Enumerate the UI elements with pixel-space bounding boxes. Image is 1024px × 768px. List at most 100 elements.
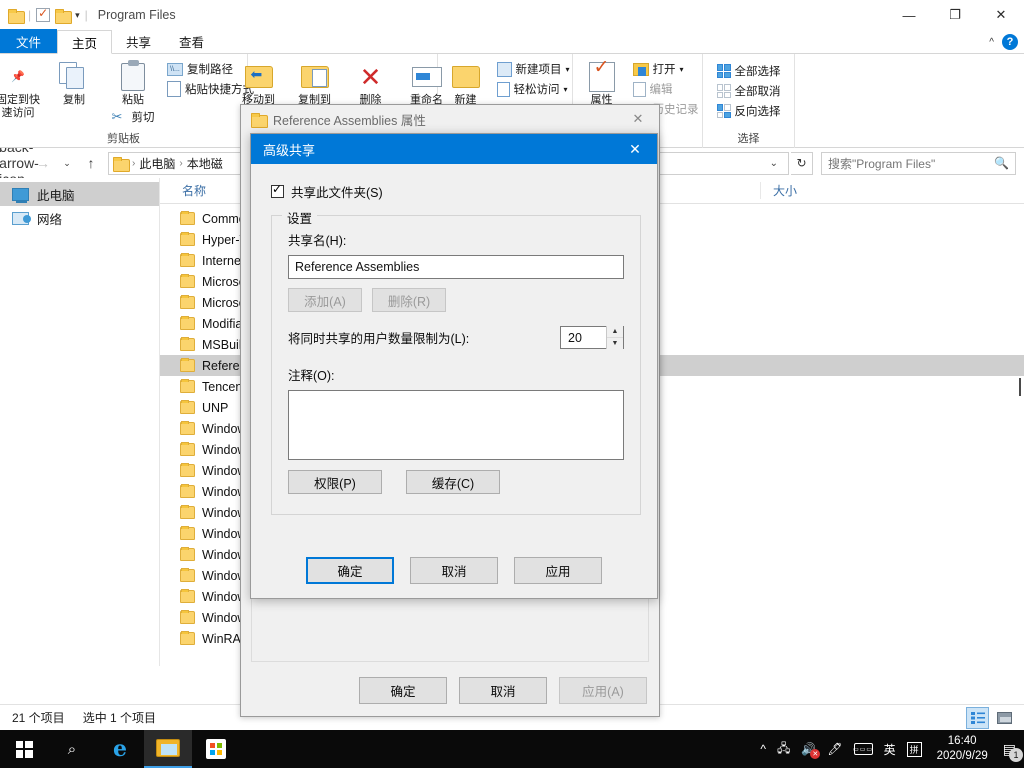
user-limit-value[interactable]: 20 <box>561 331 606 345</box>
text-cursor <box>1019 378 1021 396</box>
close-button[interactable]: ✕ <box>978 0 1024 30</box>
advanced-sharing-cancel-button[interactable]: 取消 <box>410 557 498 584</box>
search-icon[interactable]: 🔍 <box>994 156 1009 170</box>
move-to-button[interactable]: 移动到 <box>231 56 287 107</box>
select-none-button[interactable]: 全部取消 <box>714 82 784 100</box>
maximize-button[interactable]: ❐ <box>932 0 978 30</box>
taskbar-file-explorer-button[interactable] <box>144 730 192 768</box>
tab-share[interactable]: 共享 <box>112 29 165 53</box>
paste-button[interactable]: 粘贴 <box>102 56 164 107</box>
paste-label: 粘贴 <box>122 94 144 107</box>
advanced-sharing-ok-button[interactable]: 确定 <box>306 557 394 584</box>
refresh-button[interactable]: ↻ <box>791 152 813 175</box>
recent-locations-caret-icon[interactable]: ⌄ <box>56 152 78 174</box>
open-label: 打开 <box>653 61 676 77</box>
new-item-button[interactable]: 新建项目 ▾ <box>494 60 573 78</box>
folder-icon <box>180 254 195 267</box>
tab-home[interactable]: 主页 <box>57 30 112 54</box>
advanced-sharing-apply-button[interactable]: 应用 <box>514 557 602 584</box>
user-limit-up-icon[interactable]: ▲ <box>607 326 623 338</box>
user-limit-stepper[interactable]: 20 ▲ ▼ <box>560 326 624 349</box>
window-title: Program Files <box>98 8 176 22</box>
tray-overflow-icon[interactable]: ^ <box>760 742 766 756</box>
action-center-icon[interactable]: ▤1 <box>1003 741 1016 758</box>
open-button[interactable]: 打开 ▾ <box>630 60 702 78</box>
properties-ok-button[interactable]: 确定 <box>359 677 447 704</box>
group-label-clipboard: 剪贴板 <box>0 130 247 146</box>
taskbar-store-button[interactable] <box>192 730 240 768</box>
back-arrow-icon[interactable]: back-arrow-icon <box>8 152 30 174</box>
permissions-button[interactable]: 权限(P) <box>288 470 382 494</box>
sidebar-item-network[interactable]: 网络 <box>0 206 159 230</box>
properties-cancel-button[interactable]: 取消 <box>459 677 547 704</box>
new-folder-icon[interactable] <box>55 9 70 22</box>
settings-groupbox: 设置 共享名(H): Reference Assemblies 添加(A) 删除… <box>271 215 641 515</box>
details-view-glyph <box>971 712 985 724</box>
status-item-count: 21 个项目 <box>12 709 65 726</box>
clock[interactable]: 16:40 2020/9/29 <box>933 734 992 764</box>
microsoft-store-icon <box>206 739 226 759</box>
folder-icon <box>180 506 195 519</box>
tiles-view-icon[interactable] <box>993 707 1016 729</box>
network-tray-icon[interactable]: 🖧 <box>777 739 790 760</box>
advanced-sharing-close-icon[interactable]: ✕ <box>613 134 657 164</box>
pin-to-quick-access-button[interactable]: 📌 固定到快 速访问 <box>0 56 46 120</box>
comment-label: 注释(O): <box>288 365 624 384</box>
new-folder-button[interactable]: 新建 <box>438 56 494 107</box>
advanced-sharing-title: 高级共享 <box>263 140 315 159</box>
search-icon: ⌕ <box>68 741 76 758</box>
forward-arrow-icon[interactable]: → <box>32 152 54 174</box>
breadcrumb-local-disk[interactable]: 本地磁 <box>187 155 223 172</box>
taskbar-edge-button[interactable]: e <box>96 730 144 768</box>
properties-check-icon[interactable] <box>36 8 50 22</box>
copy-to-icon <box>301 60 329 94</box>
sidebar-item-this-pc[interactable]: 此电脑 <box>0 182 159 206</box>
ime-mode-indicator[interactable]: 拼 <box>907 742 922 757</box>
volume-muted-icon[interactable]: 🔊✕ <box>801 742 816 756</box>
edit-button[interactable]: 编辑 <box>630 80 702 98</box>
share-name-input[interactable]: Reference Assemblies <box>288 255 624 279</box>
new-item-caret-icon[interactable]: ▾ <box>566 65 570 74</box>
caching-button[interactable]: 缓存(C) <box>406 470 500 494</box>
breadcrumb-this-pc[interactable]: 此电脑 <box>139 155 175 172</box>
folder-icon <box>180 212 195 225</box>
touch-keyboard-icon[interactable]: ▭▭▭ <box>854 743 873 755</box>
user-limit-down-icon[interactable]: ▼ <box>607 338 623 349</box>
column-header-size[interactable]: 大小 <box>760 182 840 199</box>
tab-file[interactable]: 文件 <box>0 29 57 53</box>
up-arrow-icon[interactable]: ↑ <box>80 152 102 174</box>
properties-dialog-close-icon[interactable]: ✕ <box>617 105 659 133</box>
copy-button[interactable]: 复制 <box>46 56 102 107</box>
remove-share-button: 删除(R) <box>372 288 446 312</box>
open-caret-icon[interactable]: ▾ <box>680 65 684 74</box>
invert-selection-button[interactable]: 反向选择 <box>714 102 784 120</box>
copy-to-button[interactable]: 复制到 <box>287 56 343 107</box>
system-tray: ^ 🖧 🔊✕ 🖊 ▭▭▭ 英 拼 16:40 2020/9/29 ▤1 <box>760 734 1024 764</box>
folder-icon[interactable] <box>8 9 23 22</box>
address-dropdown-caret-icon[interactable]: ⌄ <box>764 158 784 169</box>
properties-button[interactable]: 属性 <box>574 56 630 107</box>
folder-icon <box>180 527 195 540</box>
minimize-button[interactable]: — <box>886 0 932 30</box>
start-button[interactable] <box>0 730 48 768</box>
pen-icon[interactable]: 🖊 <box>827 742 842 756</box>
view-buttons <box>966 707 1024 729</box>
customize-caret-icon[interactable]: ▾ <box>75 10 80 21</box>
details-view-icon[interactable] <box>966 707 989 729</box>
delete-button[interactable]: ✕ 删除 <box>343 56 399 107</box>
share-this-folder-row[interactable]: 共享此文件夹(S) <box>271 182 641 201</box>
search-box[interactable]: 搜索"Program Files" 🔍 <box>821 152 1016 175</box>
tab-view[interactable]: 查看 <box>165 29 218 53</box>
easy-access-button[interactable]: 轻松访问 ▾ <box>494 80 573 98</box>
ime-language-indicator[interactable]: 英 <box>884 741 896 758</box>
comment-input[interactable] <box>288 390 624 460</box>
cut-button[interactable]: ✂ 剪切 <box>109 108 158 126</box>
share-this-folder-checkbox[interactable] <box>271 185 284 198</box>
easy-access-caret-icon[interactable]: ▾ <box>564 85 568 94</box>
new-folder-icon <box>452 60 480 94</box>
clock-date: 2020/9/29 <box>937 749 988 764</box>
collapse-ribbon-icon[interactable]: ^ <box>989 37 994 48</box>
select-all-button[interactable]: 全部选择 <box>714 62 784 80</box>
taskbar-search-button[interactable]: ⌕ <box>48 730 96 768</box>
help-icon[interactable]: ? <box>1002 34 1018 50</box>
